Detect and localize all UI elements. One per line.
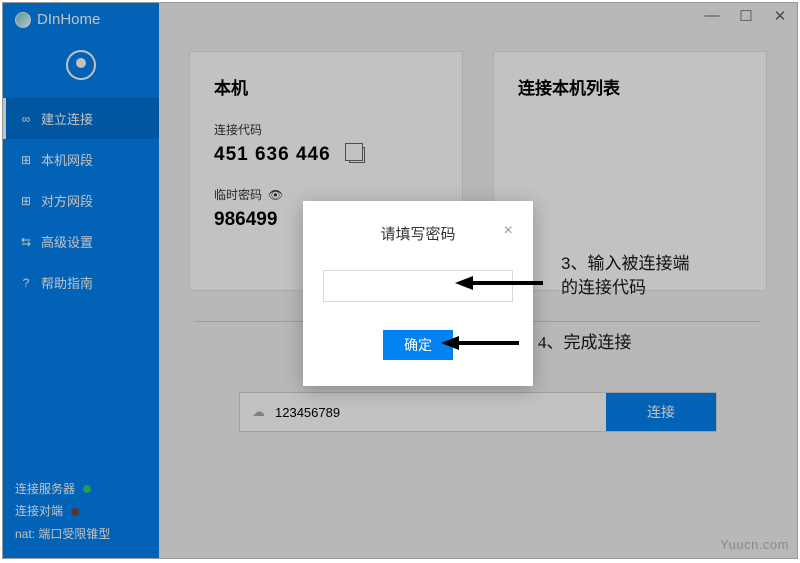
- arrow-icon: [455, 273, 545, 293]
- annotation-step3: 3、输入被连接端 的连接代码: [561, 252, 689, 300]
- watermark: Yuucn.com: [720, 537, 789, 552]
- modal-title: 请填写密码: [380, 223, 455, 244]
- app-window: DInHome ∞ 建立连接 ⊞ 本机网段 ⊞ 对方网段 ⇆ 高级设置 ? 帮助…: [2, 2, 798, 559]
- annotation-step4: 4、完成连接: [538, 331, 632, 355]
- password-modal: 请填写密码 × 确定: [303, 201, 533, 386]
- modal-close-icon[interactable]: ×: [504, 223, 513, 239]
- arrow-icon: [441, 333, 521, 353]
